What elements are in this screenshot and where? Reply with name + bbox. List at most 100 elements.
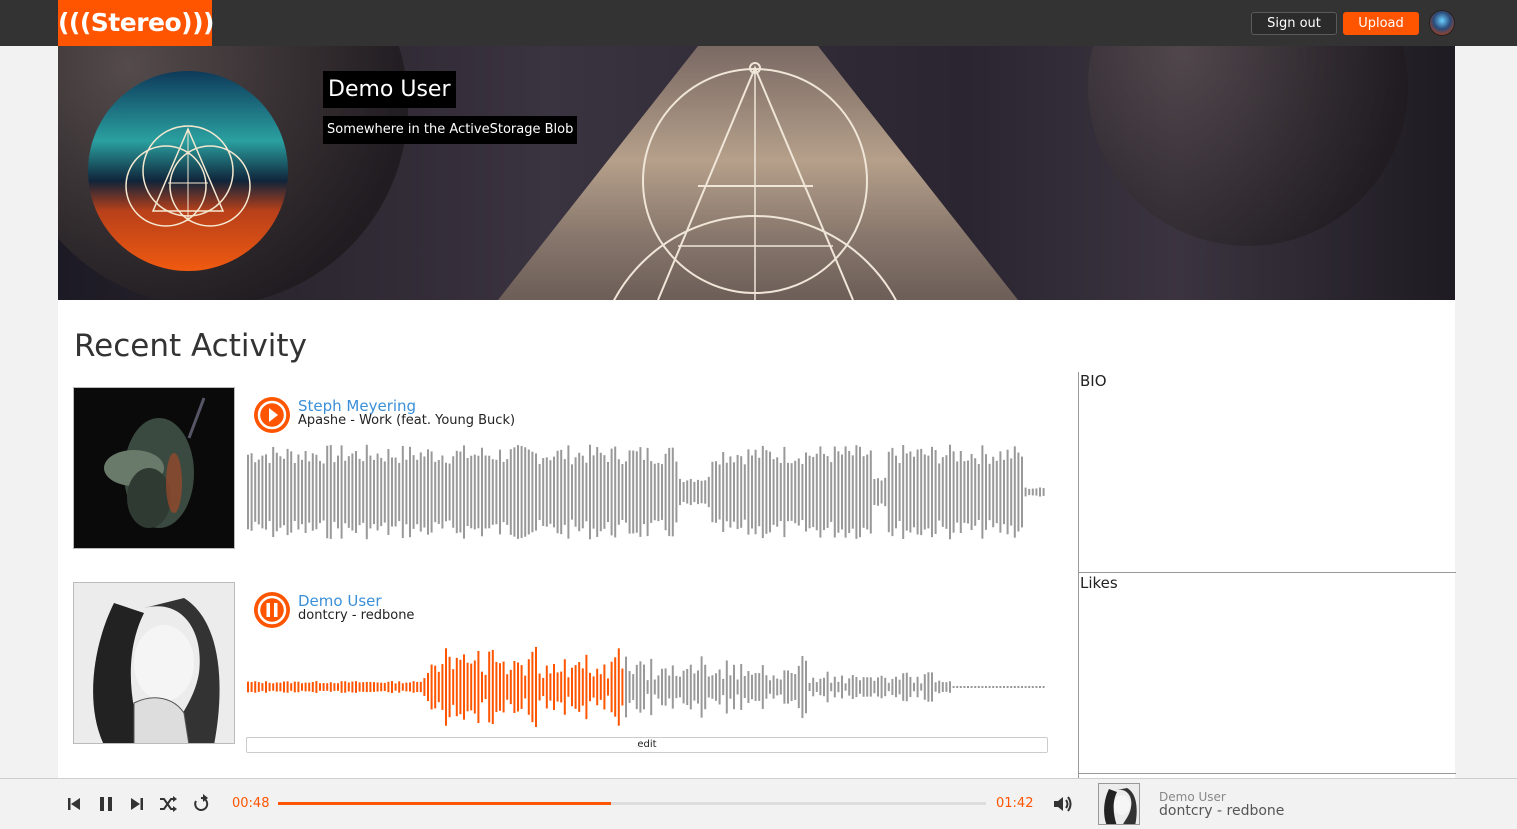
waveform-bar (538, 464, 541, 520)
waveform-bar (592, 676, 595, 698)
waveform-bar (290, 683, 293, 691)
waveform-bar (488, 455, 491, 529)
waveform-bar (934, 682, 937, 692)
waveform-bar (358, 682, 361, 692)
waveform-bar (286, 681, 289, 693)
waveform-bar (790, 463, 793, 521)
waveform-bar (855, 676, 858, 698)
waveform-bar (772, 675, 775, 699)
waveform-bar (423, 456, 426, 528)
waveform-bar (956, 686, 959, 688)
waveform-bar (794, 460, 797, 524)
waveform-bar (653, 463, 656, 521)
waveform-bar (905, 453, 908, 531)
next-track-icon[interactable] (127, 792, 147, 816)
waveform-bar (779, 462, 782, 522)
waveform-bar (441, 664, 444, 710)
track-waveform[interactable] (245, 632, 1049, 742)
waveform-bar (729, 456, 732, 528)
volume-icon[interactable] (1052, 792, 1074, 816)
waveform-bar (707, 476, 710, 508)
waveform-bar (477, 455, 480, 529)
waveform-bar (664, 668, 667, 706)
upload-button[interactable]: Upload (1343, 12, 1419, 35)
waveform-bar (887, 682, 890, 692)
waveform-bar (459, 451, 462, 533)
pause-button[interactable] (254, 592, 290, 628)
edit-button[interactable]: edit (246, 737, 1048, 753)
track-cover-art[interactable] (73, 582, 235, 744)
waveform-bar (261, 455, 264, 529)
waveform-bar (549, 460, 552, 524)
waveform-bar (376, 682, 379, 692)
waveform-bar (646, 680, 649, 694)
waveform-bar (967, 460, 969, 524)
waveform-bar (254, 681, 257, 693)
total-duration: 01:42 (996, 796, 1034, 811)
waveform-bar (941, 457, 944, 527)
waveform-bar (646, 447, 649, 537)
waveform-bar (855, 445, 858, 539)
waveform-bar (859, 446, 861, 538)
shuffle-icon[interactable] (158, 792, 178, 816)
waveform-bar (517, 445, 519, 539)
waveform-bar (326, 683, 329, 691)
playback-progress-bar[interactable] (278, 802, 986, 805)
track-cover-art[interactable] (73, 387, 235, 549)
now-playing-user[interactable]: Demo User (1159, 790, 1226, 804)
pause-icon[interactable] (96, 792, 116, 816)
waveform-bar (268, 462, 271, 522)
waveform-bar (873, 680, 876, 694)
waveform-bar (477, 650, 480, 724)
waveform-bar (538, 673, 541, 701)
track-title: Apashe - Work (feat. Young Buck) (298, 413, 516, 428)
waveform-bar (945, 455, 948, 529)
waveform-bar (254, 462, 257, 522)
waveform-bar (625, 656, 627, 718)
waveform-bar (675, 461, 678, 523)
play-button[interactable] (254, 397, 290, 433)
waveform-bar (322, 463, 325, 521)
waveform-bar (333, 683, 336, 691)
waveform-bar (830, 462, 833, 522)
waveform-bar (1010, 686, 1013, 688)
waveform-bar (808, 455, 811, 529)
waveform-bar (992, 686, 995, 688)
user-avatar-icon[interactable] (1429, 10, 1455, 36)
waveform-bar (801, 463, 804, 521)
waveform-bar (470, 455, 473, 529)
waveform-bar (427, 449, 429, 535)
track-waveform[interactable] (245, 437, 1049, 547)
stereo-logo[interactable]: (((Stereo))) (58, 0, 214, 46)
waveform-bar (1013, 446, 1016, 538)
waveform-bar (621, 464, 624, 520)
waveform-bar (466, 458, 469, 526)
waveform-bar (715, 461, 717, 523)
now-playing-title[interactable]: dontcry - redbone (1159, 803, 1284, 819)
waveform-bar (391, 681, 393, 693)
waveform-bar (668, 447, 671, 537)
waveform-bar (509, 669, 512, 705)
waveform-bar (682, 670, 685, 704)
repeat-icon[interactable] (191, 792, 211, 816)
waveform-bar (790, 673, 793, 701)
profile-sidebar: BIO Likes (1078, 372, 1456, 780)
waveform-bar (401, 445, 404, 539)
waveform-bar (491, 459, 494, 525)
sign-out-button[interactable]: Sign out (1251, 12, 1337, 35)
waveform-bar (898, 679, 901, 695)
waveform-bar (257, 459, 260, 525)
pause-icon (257, 595, 287, 625)
waveform-bar (355, 451, 357, 533)
waveform-bar (257, 682, 260, 692)
waveform-bar (247, 454, 249, 530)
waveform-bar (920, 683, 923, 691)
waveform-bar (481, 447, 483, 537)
waveform-bar (567, 677, 570, 697)
waveform-bar (614, 446, 617, 538)
waveform-bar (977, 464, 980, 520)
previous-track-icon[interactable] (64, 792, 84, 816)
now-playing-cover[interactable] (1098, 783, 1140, 825)
waveform-bar (859, 680, 861, 694)
waveform-bar (819, 678, 822, 696)
